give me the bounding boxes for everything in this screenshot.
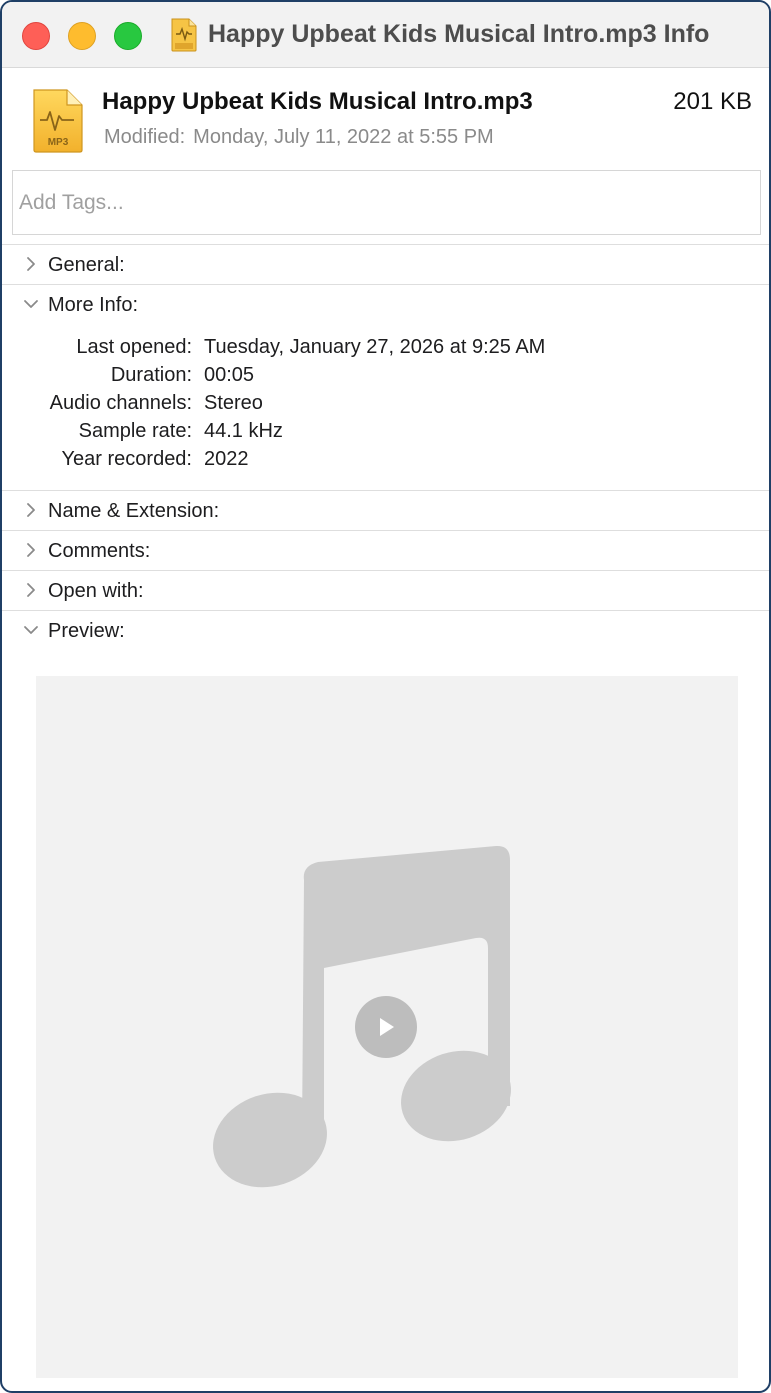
- info-row: Audio channels: Stereo: [2, 390, 769, 418]
- modified-value: Monday, July 11, 2022 at 5:55 PM: [193, 126, 494, 148]
- chevron-right-icon[interactable]: [22, 501, 40, 519]
- info-value: 44.1 kHz: [204, 420, 283, 442]
- zoom-button[interactable]: [114, 22, 142, 50]
- title-bar[interactable]: Happy Upbeat Kids Musical Intro.mp3 Info: [2, 2, 769, 68]
- info-row: Duration: 00:05: [2, 362, 769, 390]
- file-size: 201 KB: [673, 88, 752, 115]
- close-button[interactable]: [22, 22, 50, 50]
- info-value: Stereo: [204, 392, 263, 414]
- info-label: Year recorded:: [61, 448, 192, 470]
- mp3-file-icon: MP3: [33, 89, 83, 153]
- chevron-down-icon[interactable]: [22, 295, 40, 313]
- chevron-right-icon[interactable]: [22, 581, 40, 599]
- chevron-down-icon[interactable]: [22, 621, 40, 639]
- modified-label: Modified:: [104, 126, 186, 148]
- mp3-file-icon: [171, 18, 197, 52]
- tags-field[interactable]: [12, 170, 761, 235]
- info-value: Tuesday, January 27, 2026 at 9:25 AM: [204, 336, 546, 358]
- section-open-with[interactable]: Open with:: [2, 570, 769, 610]
- section-open-with-label: Open with:: [48, 580, 144, 602]
- info-label: Duration:: [110, 364, 192, 386]
- info-label: Sample rate:: [78, 420, 192, 442]
- info-row: Last opened: Tuesday, January 27, 2026 a…: [2, 334, 769, 362]
- info-row: Sample rate: 44.1 kHz: [2, 418, 769, 446]
- info-label: Last opened:: [76, 336, 192, 358]
- modified-line: Modified: Monday, July 11, 2022 at 5:55 P…: [104, 126, 494, 149]
- file-header: MP3 Happy Upbeat Kids Musical Intro.mp3 …: [2, 68, 769, 168]
- section-general[interactable]: General:: [2, 244, 769, 284]
- section-general-label: General:: [48, 254, 125, 276]
- section-name-extension[interactable]: Name & Extension:: [2, 490, 769, 530]
- play-button[interactable]: [355, 996, 417, 1058]
- file-name: Happy Upbeat Kids Musical Intro.mp3: [102, 88, 533, 115]
- more-info-details: Last opened: Tuesday, January 27, 2026 a…: [2, 334, 769, 474]
- info-label: Audio channels:: [49, 392, 192, 414]
- section-more-info[interactable]: More Info:: [2, 284, 769, 324]
- section-comments[interactable]: Comments:: [2, 530, 769, 570]
- info-window: Happy Upbeat Kids Musical Intro.mp3 Info…: [0, 0, 771, 1393]
- info-value: 00:05: [204, 364, 255, 386]
- play-icon[interactable]: [377, 1016, 397, 1038]
- window-title: Happy Upbeat Kids Musical Intro.mp3 Info: [208, 20, 710, 48]
- chevron-right-icon[interactable]: [22, 255, 40, 273]
- section-preview[interactable]: Preview:: [2, 610, 769, 650]
- chevron-right-icon[interactable]: [22, 541, 40, 559]
- minimize-button[interactable]: [68, 22, 96, 50]
- preview-area: [36, 676, 738, 1378]
- section-comments-label: Comments:: [48, 540, 151, 562]
- section-preview-label: Preview:: [48, 620, 125, 642]
- info-row: Year recorded: 2022: [2, 446, 769, 474]
- section-name-extension-label: Name & Extension:: [48, 500, 220, 522]
- mp3-badge: MP3: [48, 137, 69, 148]
- info-value: 2022: [204, 448, 249, 470]
- section-more-info-label: More Info:: [48, 294, 139, 316]
